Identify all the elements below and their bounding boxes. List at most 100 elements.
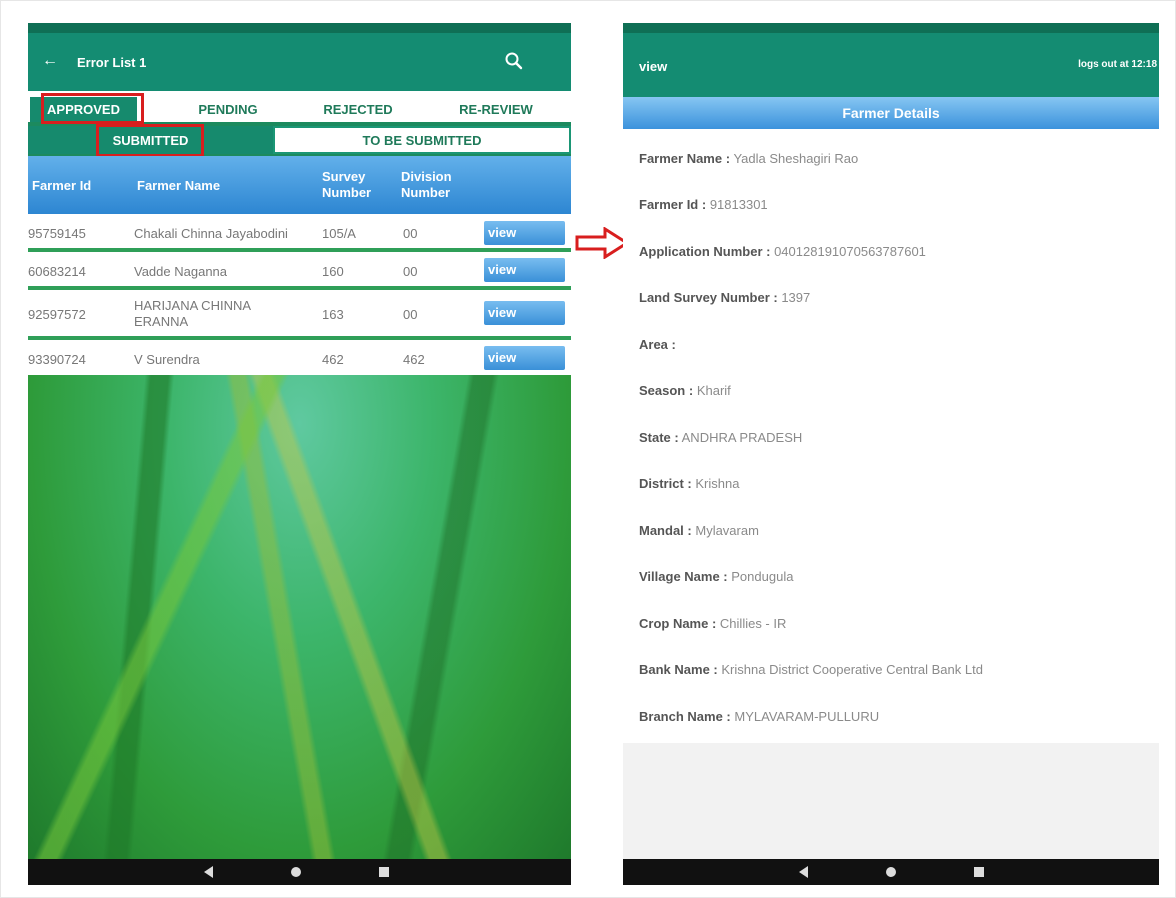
search-icon[interactable] [504,51,524,71]
table-header: Farmer Id Farmer Name Survey Number Divi… [28,156,571,214]
detail-village-name: Village Name : Pondugula [639,569,793,584]
detail-application-number: Application Number : 0401281910705637876… [639,244,926,259]
app-bar: view logs out at 12:18 [623,33,1159,97]
nav-recents-icon[interactable] [974,867,984,877]
header-division-line1: Division [401,169,452,184]
nav-back-icon[interactable] [204,866,213,878]
detail-crop-name: Crop Name : Chillies - IR [639,616,786,631]
tab-re-review[interactable]: RE-REVIEW [423,97,569,122]
cell-farmer-name-line2: ERANNA [134,314,189,329]
detail-label: Season : [639,383,694,398]
detail-farmer-name: Farmer Name : Yadla Sheshagiri Rao [639,151,858,166]
nav-home-icon[interactable] [291,867,301,877]
page-title: Error List 1 [77,55,147,70]
cell-farmer-name: V Surendra [134,352,200,367]
detail-value: Kharif [696,383,731,398]
screenshot-frame: ← Error List 1 APPROVED PENDING REJECTED… [0,0,1176,898]
cell-farmer-name: Chakali Chinna Jayabodini [134,226,288,241]
cell-farmer-id: 95759145 [28,226,86,241]
nav-home-icon[interactable] [886,867,896,877]
section-title: Farmer Details [842,105,940,121]
cell-farmer-name: Vadde Naganna [134,264,228,279]
detail-value: 91813301 [709,197,768,212]
cell-division-number: 00 [403,264,418,279]
tab-label: TO BE SUBMITTED [362,132,482,148]
right-arrow-icon [575,227,629,259]
detail-label: Mandal : [639,523,692,538]
table-row[interactable]: 60683214 Vadde Naganna 160 00 view [28,252,571,290]
farmer-details-panel: Farmer Name : Yadla Sheshagiri Rao Farme… [623,129,1159,743]
table-row[interactable]: 95759145 Chakali Chinna Jayabodini 105/A… [28,214,571,252]
empty-area [623,743,1159,859]
view-button[interactable]: view [484,258,565,282]
header-survey-line1: Survey [322,169,366,184]
header-farmer-name: Farmer Name [137,178,221,193]
tab-label: SUBMITTED [112,132,189,148]
status-bar [623,23,1159,33]
android-nav-bar [623,859,1159,885]
nav-back-icon[interactable] [799,866,808,878]
cell-survey-number: 462 [322,352,344,367]
detail-area: Area : [639,337,676,352]
detail-value: 1397 [781,290,811,305]
detail-label: Land Survey Number : [639,290,778,305]
cell-division-number: 00 [403,307,418,322]
rice-field-background-image [28,375,571,859]
tab-label: PENDING [198,102,258,117]
detail-label: Area : [639,337,676,352]
cell-survey-number: 160 [322,264,344,279]
detail-value: Krishna District Cooperative Central Ban… [721,662,983,677]
table-row[interactable]: 93390724 V Surendra 462 462 view [28,340,571,376]
nav-recents-icon[interactable] [379,867,389,877]
detail-label: Village Name : [639,569,728,584]
tab-submitted[interactable]: SUBMITTED [28,126,273,154]
cell-division-number: 462 [403,352,425,367]
detail-value: ANDHRA PRADESH [681,430,803,445]
detail-label: State : [639,430,679,445]
detail-value: 040128191070563787601 [774,244,926,259]
app-bar: ← Error List 1 [28,33,571,91]
android-nav-bar [28,859,571,885]
cell-farmer-id: 92597572 [28,307,86,322]
logout-timer: logs out at 12:18 [1078,59,1157,70]
view-button[interactable]: view [484,301,565,325]
detail-land-survey-number: Land Survey Number : 1397 [639,290,810,305]
tab-label: REJECTED [323,102,393,117]
tab-pending[interactable]: PENDING [163,97,293,122]
submission-tabs: SUBMITTED TO BE SUBMITTED [28,126,571,154]
back-arrow-icon[interactable]: ← [42,53,60,69]
tab-label: RE-REVIEW [459,102,533,117]
detail-season: Season : Kharif [639,383,731,398]
detail-label: Bank Name : [639,662,718,677]
table-row[interactable]: 92597572 HARIJANA CHINNA ERANNA 163 00 v… [28,290,571,340]
detail-label: Branch Name : [639,709,731,724]
cell-division-number: 00 [403,226,418,241]
detail-value: Mylavaram [695,523,759,538]
tab-rejected[interactable]: REJECTED [293,97,423,122]
error-list-screen: ← Error List 1 APPROVED PENDING REJECTED… [28,23,571,885]
header-farmer-id: Farmer Id [32,178,92,193]
tab-label: APPROVED [47,102,120,117]
detail-state: State : ANDHRA PRADESH [639,430,802,445]
detail-label: Application Number : [639,244,771,259]
status-tabs: APPROVED PENDING REJECTED RE-REVIEW [28,97,571,122]
view-button[interactable]: view [484,346,565,370]
cell-farmer-id: 60683214 [28,264,86,279]
detail-branch-name: Branch Name : MYLAVARAM-PULLURU [639,709,879,724]
header-division-line2: Number [401,185,451,200]
section-header: Farmer Details [623,97,1159,129]
cell-farmer-id: 93390724 [28,352,86,367]
detail-district: District : Krishna [639,476,739,491]
cell-survey-number: 163 [322,307,344,322]
tab-approved[interactable]: APPROVED [30,97,137,122]
tab-to-be-submitted[interactable]: TO BE SUBMITTED [273,126,571,154]
detail-label: District : [639,476,692,491]
farmer-details-screen: view logs out at 12:18 Farmer Details Fa… [623,23,1159,885]
detail-label: Crop Name : [639,616,717,631]
detail-bank-name: Bank Name : Krishna District Cooperative… [639,662,983,677]
detail-value: Krishna [695,476,740,491]
detail-value: Pondugula [731,569,794,584]
header-survey-line2: Number [322,185,372,200]
view-button[interactable]: view [484,221,565,245]
detail-value: Yadla Sheshagiri Rao [733,151,859,166]
